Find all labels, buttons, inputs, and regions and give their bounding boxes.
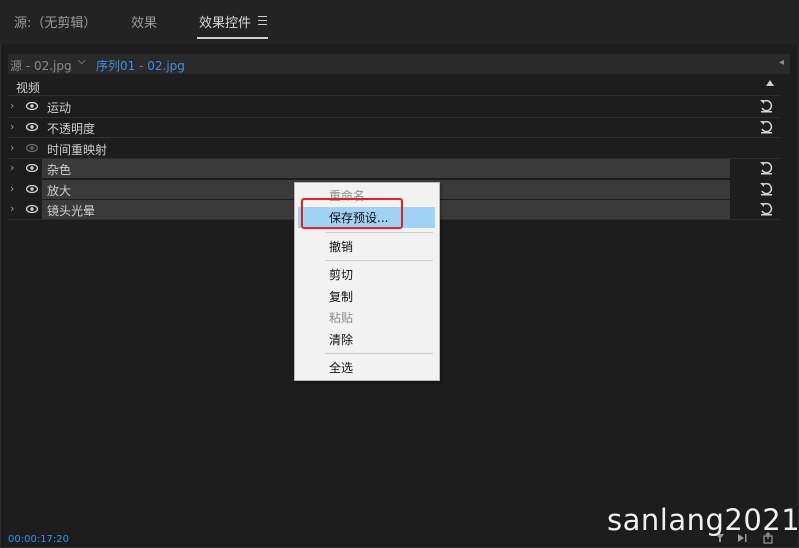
reset-icon[interactable] xyxy=(759,182,773,196)
annotation-highlight-box xyxy=(301,198,403,229)
source-clip-label[interactable]: 源 - 02.jpg xyxy=(10,57,72,74)
divider xyxy=(8,137,780,138)
menu-item-undo[interactable]: 撤销 xyxy=(329,238,353,255)
reset-icon[interactable] xyxy=(759,161,773,175)
effect-row-motion[interactable]: › 运动 xyxy=(8,97,780,117)
effect-row-noise[interactable]: › 杂色 xyxy=(8,159,780,179)
menu-item-clear[interactable]: 清除 xyxy=(329,331,353,348)
menu-separator xyxy=(325,232,433,233)
panel-tab-bar: 源:（无剪辑） 效果 效果控件 xyxy=(0,0,799,44)
eye-icon[interactable] xyxy=(26,102,38,110)
eye-icon xyxy=(26,144,38,152)
effect-label: 时间重映射 xyxy=(47,143,108,157)
effect-label: 镜头光晕 xyxy=(47,204,96,218)
menu-item-paste: 粘贴 xyxy=(329,311,354,325)
chevron-down-icon[interactable]: ⌵ xyxy=(78,56,86,67)
timecode-display[interactable]: 00:00:17:20 xyxy=(8,534,69,545)
source-sequence-bar: 源 - 02.jpg ⌵ 序列01 - 02.jpg ◂ xyxy=(8,54,790,74)
watermark-text: sanlang2021 xyxy=(607,503,799,537)
menu-separator xyxy=(325,260,433,261)
chevron-right-icon[interactable]: › xyxy=(10,161,14,174)
chevron-right-icon[interactable]: › xyxy=(10,120,14,133)
effect-label: 不透明度 xyxy=(47,122,96,136)
eye-icon[interactable] xyxy=(26,164,38,172)
tab-source[interactable]: 源:（无剪辑） xyxy=(14,12,96,31)
sequence-clip-label[interactable]: 序列01 - 02.jpg xyxy=(96,57,185,74)
tab-effects[interactable]: 效果 xyxy=(131,12,157,31)
video-section-title: 视频 xyxy=(16,81,41,95)
scroll-up-icon[interactable] xyxy=(766,80,774,86)
menu-item-copy[interactable]: 复制 xyxy=(329,288,353,305)
reset-icon[interactable] xyxy=(759,202,773,216)
chevron-right-icon[interactable]: › xyxy=(10,182,14,195)
selection-highlight xyxy=(42,159,730,178)
reset-icon[interactable] xyxy=(759,99,773,113)
divider xyxy=(8,95,780,96)
active-tab-indicator xyxy=(197,37,268,39)
timeline-toggle-icon[interactable]: ◂ xyxy=(779,57,784,68)
chevron-right-icon[interactable]: › xyxy=(10,141,14,154)
eye-icon[interactable] xyxy=(26,123,38,131)
effect-row-time-remap[interactable]: › 时间重映射 xyxy=(8,139,780,159)
panel-menu-icon[interactable] xyxy=(258,16,267,25)
effect-label: 放大 xyxy=(47,184,72,198)
eye-icon[interactable] xyxy=(26,185,38,193)
chevron-right-icon[interactable]: › xyxy=(10,202,14,215)
chevron-right-icon[interactable]: › xyxy=(10,99,14,112)
menu-separator xyxy=(325,353,433,354)
menu-item-select-all[interactable]: 全选 xyxy=(329,359,353,376)
effect-label: 运动 xyxy=(47,101,72,115)
effect-row-opacity[interactable]: › 不透明度 xyxy=(8,118,780,138)
reset-icon[interactable] xyxy=(759,120,773,134)
effect-label: 杂色 xyxy=(47,163,72,177)
eye-icon[interactable] xyxy=(26,205,38,213)
tab-effect-controls[interactable]: 效果控件 xyxy=(199,12,251,31)
menu-item-cut[interactable]: 剪切 xyxy=(329,266,353,283)
